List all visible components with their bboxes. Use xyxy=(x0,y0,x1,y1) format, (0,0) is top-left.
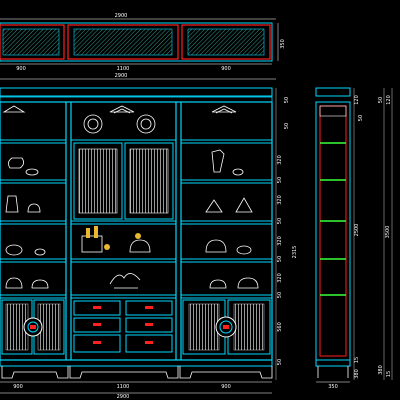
front-dim-4: 320 xyxy=(277,195,283,205)
front-dim-6: 320 xyxy=(277,236,283,246)
front-dim-2: 320 xyxy=(277,155,283,165)
front-dim-3: 50 xyxy=(277,177,283,183)
front-total-width-bottom: 2900 xyxy=(117,394,130,400)
front-dim-11: 50 xyxy=(277,359,283,365)
side-top-dim-0: 120 xyxy=(354,95,360,105)
front-dim-5: 50 xyxy=(277,218,283,224)
front-dim-1: 50 xyxy=(284,123,290,129)
far-right-dims: 50 120 3500 380 15 xyxy=(378,88,393,380)
far-top-dim-0: 50 xyxy=(378,97,384,103)
front-dim-10: 560 xyxy=(277,322,283,332)
front-overall-height: 2315 xyxy=(292,246,298,259)
side-depth: 350 xyxy=(328,384,338,390)
front-view: 2900 50 50 320 50 320 50 320 50 320 50 5… xyxy=(0,73,298,400)
side-bottom-dim-0: 15 xyxy=(354,357,360,363)
side-bottom-dim-1: 380 xyxy=(354,369,360,379)
cad-drawing: 2900 350 900 1100 900 2900 50 50 320 50 … xyxy=(0,13,393,400)
front-bay-left: 900 xyxy=(13,384,23,390)
top-width-left: 900 xyxy=(16,66,26,72)
front-dim-9: 50 xyxy=(277,292,283,298)
top-height: 350 xyxy=(280,39,286,49)
far-top-dim-1: 120 xyxy=(386,95,392,105)
top-width-right: 900 xyxy=(221,66,231,72)
top-view: 2900 350 900 1100 900 xyxy=(0,13,286,72)
front-dim-7: 50 xyxy=(277,256,283,262)
front-total-width-top: 2900 xyxy=(115,73,128,79)
far-height: 3500 xyxy=(385,226,391,239)
side-top-dim-1: 50 xyxy=(358,115,364,121)
side-height: 2500 xyxy=(354,224,360,237)
top-total-width: 2900 xyxy=(115,13,128,19)
top-width-center: 1100 xyxy=(117,66,130,72)
far-bottom-dim-1: 15 xyxy=(386,371,392,377)
side-view: 350 120 50 2500 15 380 xyxy=(315,87,364,390)
far-bottom-dim-0: 380 xyxy=(378,365,384,375)
front-bay-center: 1100 xyxy=(117,384,130,390)
front-dim-0: 50 xyxy=(284,97,290,103)
front-dim-8: 320 xyxy=(277,273,283,283)
front-bay-right: 900 xyxy=(221,384,231,390)
